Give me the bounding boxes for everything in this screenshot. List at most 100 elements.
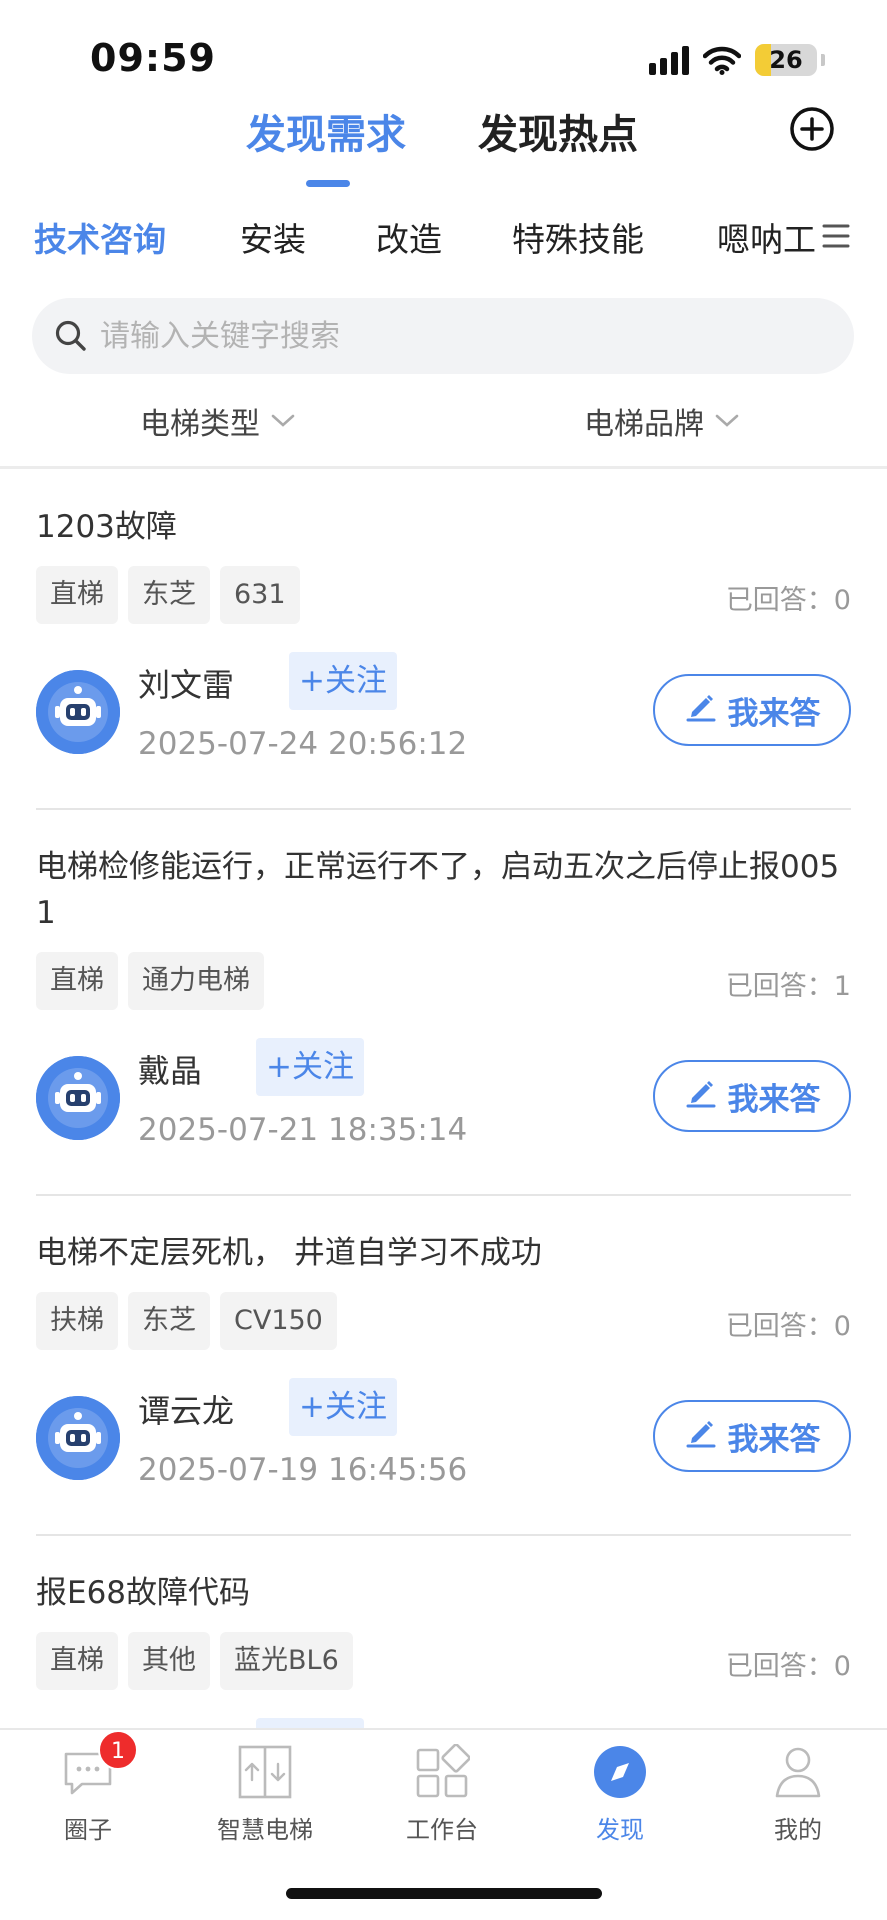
answer-button-label: 我来答 xyxy=(727,1421,821,1458)
tab-discover-demand[interactable]: 发现需求 xyxy=(246,102,406,160)
nav-circle[interactable]: 1 圈子 xyxy=(18,1730,158,1845)
profile-icon xyxy=(770,1744,826,1800)
compass-icon xyxy=(592,1744,648,1800)
question-tag: 蓝光BL6 xyxy=(220,1632,353,1690)
question-tag: 631 xyxy=(220,566,300,624)
battery-percent: 26 xyxy=(769,46,803,74)
wifi-icon xyxy=(703,46,741,75)
question-title[interactable]: 电梯检修能运行，正常运行不了，启动五次之后停止报0051 xyxy=(36,810,851,936)
nav-discover[interactable]: 发现 xyxy=(550,1744,690,1845)
filter-elevator-type[interactable]: 电梯类型 xyxy=(140,399,296,443)
category-install[interactable]: 安装 xyxy=(240,213,306,261)
nav-discover-label: 发现 xyxy=(596,1816,644,1844)
status-bar: 09:59 26 xyxy=(0,0,887,110)
chat-icon: 1 xyxy=(60,1730,138,1800)
search-input[interactable] xyxy=(100,318,800,354)
question-title[interactable]: 报E68故障代码 xyxy=(36,1536,851,1616)
filter-bar: 电梯类型 电梯品牌 xyxy=(0,395,887,455)
signal-icon xyxy=(649,45,689,75)
nav-profile[interactable]: 我的 xyxy=(728,1744,868,1845)
answer-button-label: 我来答 xyxy=(727,1081,821,1118)
nav-workbench-label: 工作台 xyxy=(406,1816,478,1844)
tag-row: 直梯 通力电梯 已回答：1 xyxy=(36,952,851,1010)
edit-icon xyxy=(684,689,718,731)
question-tag: 直梯 xyxy=(36,952,118,1010)
question-tag: 通力电梯 xyxy=(128,952,264,1010)
answer-count: 已回答：0 xyxy=(725,1311,851,1342)
category-renovate[interactable]: 改造 xyxy=(376,213,442,261)
add-circle-icon[interactable] xyxy=(789,106,835,152)
tab-discover-hotspot[interactable]: 发现热点 xyxy=(478,102,638,160)
category-overflow: 嗯呐工 xyxy=(715,205,815,265)
author-name: 谭云龙 xyxy=(138,1392,235,1430)
question-title[interactable]: 电梯不定层死机， 井道自学习不成功 xyxy=(36,1196,851,1276)
avatar[interactable] xyxy=(36,1396,120,1480)
search-icon xyxy=(55,320,86,351)
category-tabs: 技术咨询 安装 改造 特殊技能 嗯呐工 xyxy=(0,205,887,265)
notification-badge: 1 xyxy=(98,1730,138,1770)
chevron-down-icon xyxy=(715,414,739,427)
answer-count: 已回答：0 xyxy=(725,1651,851,1682)
post-time: 2025-07-24 20:56:12 xyxy=(138,726,468,762)
elevator-icon xyxy=(237,1744,293,1800)
question-title[interactable]: 1203故障 xyxy=(36,470,851,550)
divider xyxy=(0,466,887,469)
tag-row: 直梯 东芝 631 已回答：0 xyxy=(36,566,851,624)
filter-elevator-brand[interactable]: 电梯品牌 xyxy=(584,399,740,443)
answer-count: 已回答：1 xyxy=(725,971,851,1002)
status-icons: 26 xyxy=(649,40,825,80)
nav-workbench[interactable]: 工作台 xyxy=(372,1743,512,1845)
status-time: 09:59 xyxy=(90,36,216,80)
tag-row: 直梯 其他 蓝光BL6 已回答：0 xyxy=(36,1632,851,1690)
app-screen: 09:59 26 发现需求 发现热点 技术咨询 安装 改造 特殊技能 嗯呐工 请… xyxy=(0,0,887,1920)
question-card[interactable]: 电梯检修能运行，正常运行不了，启动五次之后停止报0051 直梯 通力电梯 已回答：1 戴… xyxy=(36,810,851,1196)
author-row: 谭云龙 +关注 2025-07-19 16:45:56 我来答 xyxy=(36,1364,851,1534)
edit-icon xyxy=(684,1415,718,1457)
chevron-down-icon xyxy=(271,414,295,427)
follow-button[interactable]: +关注 xyxy=(289,1378,397,1436)
nav-smart-elevator-label: 智慧电梯 xyxy=(217,1816,313,1844)
menu-icon[interactable] xyxy=(821,221,851,251)
category-tech-consult[interactable]: 技术咨询 xyxy=(34,213,166,261)
question-tag: 东芝 xyxy=(128,566,210,624)
question-card[interactable]: 1203故障直梯 东芝 631 已回答：0 刘文雷 +关注 2025-07-24 20:56… xyxy=(36,470,851,810)
active-tab-indicator xyxy=(306,180,350,187)
question-tag: 东芝 xyxy=(128,1292,210,1350)
category-more[interactable]: 嗯呐工 xyxy=(717,213,815,261)
answer-button[interactable]: 我来答 xyxy=(653,1400,851,1472)
question-tag: 直梯 xyxy=(36,1632,118,1690)
author-row: 刘文雷 +关注 2025-07-24 20:56:12 我来答 xyxy=(36,638,851,808)
category-special-skill[interactable]: 特殊技能 xyxy=(512,213,644,261)
home-indicator xyxy=(286,1888,602,1899)
edit-icon xyxy=(684,1075,718,1117)
battery-tip xyxy=(821,54,825,66)
author-row: 戴晶 +关注 2025-07-21 18:35:14 我来答 xyxy=(36,1024,851,1194)
nav-circle-label: 圈子 xyxy=(64,1816,112,1844)
nav-smart-elevator[interactable]: 智慧电梯 xyxy=(195,1744,335,1845)
tag-row: 扶梯 东芝 CV150 已回答：0 xyxy=(36,1292,851,1350)
author-name: 刘文雷 xyxy=(138,666,235,704)
question-tag: 直梯 xyxy=(36,566,118,624)
question-tag: 扶梯 xyxy=(36,1292,118,1350)
follow-button[interactable]: +关注 xyxy=(289,652,397,710)
answer-count: 已回答：0 xyxy=(725,585,851,616)
search-bar[interactable] xyxy=(32,298,854,374)
answer-button[interactable]: 我来答 xyxy=(653,674,851,746)
avatar[interactable] xyxy=(36,1056,120,1140)
workbench-icon xyxy=(414,1743,471,1800)
post-time: 2025-07-21 18:35:14 xyxy=(138,1112,468,1148)
avatar[interactable] xyxy=(36,670,120,754)
question-tag: 其他 xyxy=(128,1632,210,1690)
question-card[interactable]: 电梯不定层死机， 井道自学习不成功扶梯 东芝 CV150 已回答：0 谭云龙 +关注 202… xyxy=(36,1196,851,1536)
nav-profile-label: 我的 xyxy=(774,1816,822,1844)
author-name: 戴晶 xyxy=(138,1052,203,1090)
question-tag: CV150 xyxy=(220,1292,337,1350)
filter-elevator-type-label: 电梯类型 xyxy=(140,407,260,442)
answer-button[interactable]: 我来答 xyxy=(653,1060,851,1132)
top-tabs: 发现需求 发现热点 xyxy=(0,100,887,190)
follow-button[interactable]: +关注 xyxy=(256,1038,364,1096)
filter-elevator-brand-label: 电梯品牌 xyxy=(584,407,704,442)
battery-icon: 26 xyxy=(755,44,817,76)
post-time: 2025-07-19 16:45:56 xyxy=(138,1452,468,1488)
question-feed: 1203故障 直梯 东芝 631 已回答：0 刘文雷 +关注 2025-07-24 20:56… xyxy=(0,470,887,1876)
